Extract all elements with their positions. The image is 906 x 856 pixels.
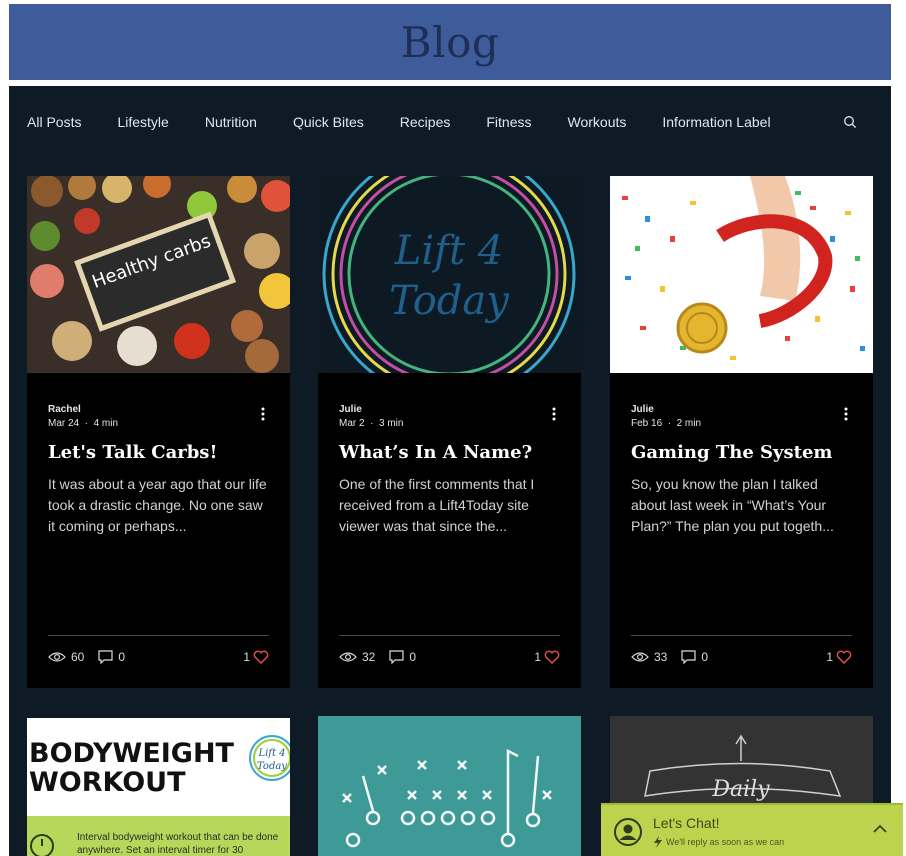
logo-text-line-2: Today — [257, 761, 287, 772]
post-read-time: 3 min — [379, 418, 404, 429]
views-count: 60 — [48, 650, 84, 664]
post-stats: 60 0 1 — [48, 649, 269, 665]
logo-text-line-1: Lift 4 — [394, 228, 503, 274]
eye-icon — [631, 652, 649, 662]
heart-icon — [544, 650, 560, 664]
post-excerpt[interactable]: So, you know the plan I talked about las… — [631, 474, 856, 538]
post-read-time: 4 min — [93, 418, 119, 429]
divider — [631, 635, 852, 636]
views-value: 33 — [654, 650, 668, 664]
chat-title: Let's Chat! — [653, 815, 720, 831]
more-actions-icon[interactable] — [551, 406, 557, 422]
post-card-bodyweight-workout[interactable]: BODYWEIGHT WORKOUT Lift 4 Today Interval… — [27, 718, 290, 856]
heart-icon — [253, 650, 269, 664]
likes-value: 1 — [243, 650, 250, 664]
post-title[interactable]: Gaming The System — [631, 442, 856, 464]
heart-icon — [836, 650, 852, 664]
views-value: 32 — [362, 650, 376, 664]
views-count: 32 — [339, 650, 375, 664]
comments-value: 0 — [409, 650, 417, 664]
image-body-text: Interval bodyweight workout that can be … — [77, 832, 279, 856]
comment-icon — [681, 650, 696, 664]
like-button[interactable]: 1 — [534, 650, 560, 664]
comment-icon — [389, 650, 404, 664]
eye-icon — [48, 652, 66, 662]
comments-count[interactable]: 0 — [98, 650, 125, 664]
chat-subtitle: We'll reply as soon as we can — [666, 837, 785, 847]
nav-lifestyle[interactable]: Lifestyle — [117, 114, 168, 130]
eye-icon — [339, 652, 357, 662]
post-meta: Julie Feb 16 · 2 min — [631, 403, 702, 429]
image-heading-line-2: WORKOUT — [29, 767, 186, 798]
comments-count[interactable]: 0 — [681, 650, 708, 664]
post-card[interactable]: Healthy carbs Rachel Mar 24 · 4 min Let'… — [27, 176, 290, 688]
chevron-up-icon[interactable] — [873, 824, 887, 833]
post-meta: Rachel Mar 24 · 4 min — [48, 403, 119, 429]
search-icon[interactable] — [843, 115, 857, 129]
nav-workouts[interactable]: Workouts — [568, 114, 627, 130]
post-excerpt[interactable]: It was about a year ago that our life to… — [48, 474, 273, 538]
like-button[interactable]: 1 — [826, 650, 852, 664]
post-excerpt[interactable]: One of the first comments that I receive… — [339, 474, 564, 538]
nav-quick-bites[interactable]: Quick Bites — [293, 114, 364, 130]
likes-value: 1 — [534, 650, 541, 664]
likes-value: 1 — [826, 650, 833, 664]
post-card[interactable]: Julie Feb 16 · 2 min Gaming The System S… — [610, 176, 873, 688]
blog-feed: All Posts Lifestyle Nutrition Quick Bite… — [9, 86, 891, 856]
nav-fitness[interactable]: Fitness — [486, 114, 531, 130]
post-stats: 32 0 1 — [339, 649, 560, 665]
post-author[interactable]: Rachel — [48, 403, 118, 417]
divider — [339, 635, 560, 636]
divider — [48, 635, 269, 636]
category-nav: All Posts Lifestyle Nutrition Quick Bite… — [27, 108, 873, 136]
nav-recipes[interactable]: Recipes — [400, 114, 451, 130]
post-image-medal[interactable] — [610, 176, 873, 373]
views-count: 33 — [631, 650, 667, 664]
post-image-healthy-carbs[interactable]: Healthy carbs — [27, 176, 290, 373]
nav-nutrition[interactable]: Nutrition — [205, 114, 257, 130]
nav-all-posts[interactable]: All Posts — [27, 114, 81, 130]
page-title: Blog — [400, 17, 500, 67]
post-title[interactable]: What’s In A Name? — [339, 442, 564, 464]
post-read-time: 2 min — [676, 418, 702, 429]
post-author[interactable]: Julie — [631, 403, 701, 417]
views-value: 60 — [71, 650, 85, 664]
post-stats: 33 0 1 — [631, 649, 852, 665]
logo-text-line-1: Lift 4 — [257, 748, 285, 759]
post-title[interactable]: Let's Talk Carbs! — [48, 442, 273, 464]
post-date: Feb 16 — [631, 418, 663, 429]
blog-header: Blog — [9, 4, 891, 80]
image-heading-line-1: BODYWEIGHT — [29, 738, 235, 769]
post-meta: Julie Mar 2 · 3 min — [339, 403, 404, 429]
more-actions-icon[interactable] — [260, 406, 266, 422]
comment-icon — [98, 650, 113, 664]
post-date: Mar 2 — [339, 418, 365, 429]
chat-avatar-icon — [614, 818, 642, 846]
comments-value: 0 — [701, 650, 709, 664]
post-author[interactable]: Julie — [339, 403, 403, 417]
post-image-lift4today-logo[interactable]: Lift 4 Today — [318, 176, 581, 373]
nav-information-label[interactable]: Information Label — [662, 114, 770, 130]
post-card[interactable]: Lift 4 Today Julie Mar 2 · 3 min What’s … — [318, 176, 581, 688]
comments-value: 0 — [118, 650, 126, 664]
like-button[interactable]: 1 — [243, 650, 269, 664]
post-date: Mar 24 — [48, 418, 80, 429]
logo-text-line-2: Today — [389, 278, 510, 324]
chat-widget[interactable]: Let's Chat! We'll reply as soon as we ca… — [601, 803, 903, 856]
image-label: Daily — [711, 777, 770, 802]
post-card-strategy-chalkboard[interactable] — [318, 716, 581, 856]
lightning-icon — [654, 836, 662, 848]
more-actions-icon[interactable] — [843, 406, 849, 422]
comments-count[interactable]: 0 — [389, 650, 416, 664]
